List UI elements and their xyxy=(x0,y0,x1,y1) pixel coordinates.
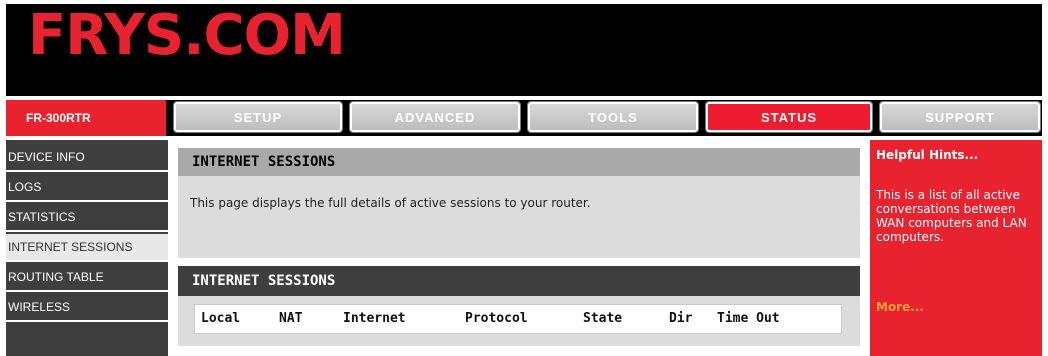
column-header-state: State xyxy=(583,311,623,326)
sidebar-item-statistics[interactable]: STATISTICS xyxy=(6,204,168,232)
sidebar-item-internet-sessions[interactable]: INTERNET SESSIONS xyxy=(6,234,168,262)
tab-advanced[interactable]: ADVANCED xyxy=(349,101,521,133)
section-description: This page displays the full details of a… xyxy=(190,196,591,210)
sessions-title: INTERNET SESSIONS xyxy=(178,266,860,296)
hints-title: Helpful Hints... xyxy=(876,148,979,162)
sessions-section: INTERNET SESSIONS Local NAT Internet Pro… xyxy=(178,266,860,346)
column-header-time-out: Time Out xyxy=(717,311,780,326)
router-page: FRYS.COM FR-300RTR SETUP ADVANCED TOOLS … xyxy=(6,4,1042,356)
tab-support[interactable]: SUPPORT xyxy=(879,101,1041,133)
tab-tools[interactable]: TOOLS xyxy=(527,101,699,133)
sidebar: DEVICE INFO LOGS STATISTICS INTERNET SES… xyxy=(6,140,168,356)
column-header-local: Local xyxy=(201,311,241,326)
top-nav: SETUP ADVANCED TOOLS STATUS SUPPORT xyxy=(166,100,1042,136)
brand-logo: FRYS.COM xyxy=(28,3,346,68)
sidebar-item-device-info[interactable]: DEVICE INFO xyxy=(6,144,168,172)
hints-text: This is a list of all active conversatio… xyxy=(876,188,1027,244)
sidebar-item-wireless[interactable]: WIRELESS xyxy=(6,294,168,322)
tab-setup[interactable]: SETUP xyxy=(173,101,343,133)
column-header-nat: NAT xyxy=(279,311,303,326)
intro-section: INTERNET SESSIONS This page displays the… xyxy=(178,148,860,258)
column-header-internet: Internet xyxy=(343,311,406,326)
column-header-protocol: Protocol xyxy=(465,311,528,326)
sidebar-item-logs[interactable]: LOGS xyxy=(6,174,168,202)
helpful-hints-panel: Helpful Hints... This is a list of all a… xyxy=(870,140,1042,356)
main-content: INTERNET SESSIONS This page displays the… xyxy=(168,140,870,356)
tab-status[interactable]: STATUS xyxy=(705,101,873,133)
sidebar-item-routing-table[interactable]: ROUTING TABLE xyxy=(6,264,168,292)
header: FRYS.COM xyxy=(6,4,1042,96)
sessions-table: Local NAT Internet Protocol State Dir Ti… xyxy=(194,304,842,334)
more-link[interactable]: More... xyxy=(876,300,924,314)
model-label: FR-300RTR xyxy=(6,100,166,136)
column-header-dir: Dir xyxy=(669,311,693,326)
section-title: INTERNET SESSIONS xyxy=(178,148,860,176)
